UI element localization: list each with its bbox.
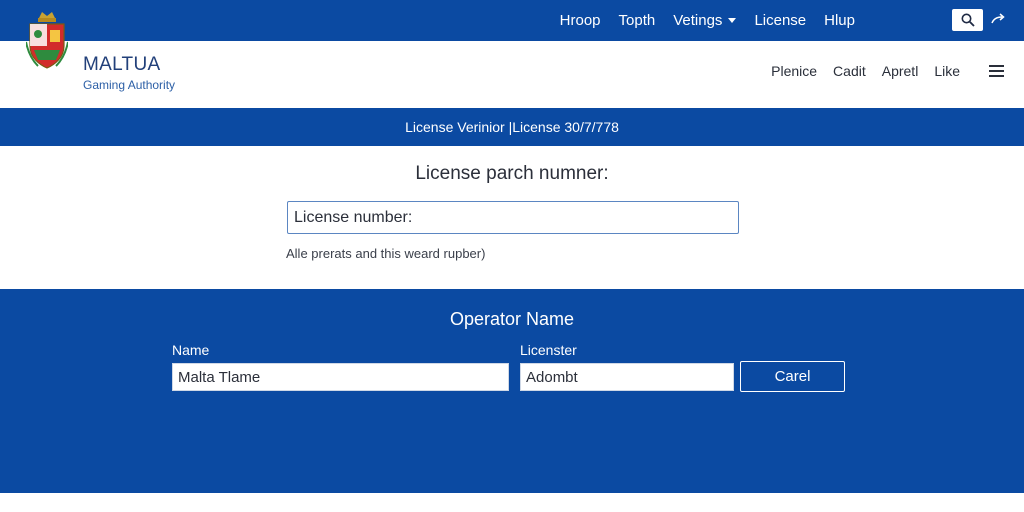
licenster-label: Licenster <box>520 342 577 358</box>
secondary-nav-item[interactable]: Apretl <box>874 63 927 79</box>
operator-panel: Operator Name Name Licenster Carel <box>0 289 1024 493</box>
banner-text: License Verinior |License 30/7/778 <box>405 119 619 135</box>
site-header: MALTUA Gaming Authority Plenice Cadit Ap… <box>0 12 1024 108</box>
secondary-nav-item[interactable]: Plenice <box>763 63 825 79</box>
nav-label: License <box>754 12 807 29</box>
search-button[interactable] <box>952 9 983 31</box>
secondary-nav-item[interactable]: Cadit <box>825 63 874 79</box>
top-nav: Hroop Topth Vetings License Hlup <box>551 0 864 41</box>
nav-label: Hlup <box>824 12 855 29</box>
menu-icon[interactable] <box>989 65 1004 77</box>
secondary-nav-item[interactable]: Like <box>926 63 968 79</box>
license-number-input[interactable] <box>287 201 739 234</box>
license-verification-banner: License Verinior |License 30/7/778 <box>0 108 1024 146</box>
nav-label: Topth <box>618 12 656 29</box>
nav-label: Hroop <box>559 12 601 29</box>
top-nav-item-hroop[interactable]: Hroop <box>551 12 610 29</box>
brand-subtitle: Gaming Authority <box>83 78 176 92</box>
share-icon[interactable] <box>990 12 1006 28</box>
secondary-nav: Plenice Cadit Apretl Like <box>763 63 968 79</box>
operator-title: Operator Name <box>449 309 575 329</box>
search-title: License parch numner: <box>415 163 609 184</box>
crest-logo[interactable] <box>26 12 68 70</box>
operator-name-field[interactable] <box>172 363 509 391</box>
cancel-button[interactable]: Carel <box>740 361 845 392</box>
top-nav-item-license[interactable]: License <box>745 12 815 29</box>
licenster-field[interactable] <box>520 363 734 391</box>
brand-name: MALTUA <box>83 54 161 75</box>
top-nav-item-topth[interactable]: Topth <box>610 12 665 29</box>
nav-label: Vetings <box>673 12 723 29</box>
name-label: Name <box>172 342 210 358</box>
top-nav-item-hlup[interactable]: Hlup <box>815 12 864 29</box>
top-utility-bar: Hroop Topth Vetings License Hlup <box>0 0 1024 41</box>
search-icon <box>961 13 975 27</box>
search-hint: Alle prerats and this weard rupber) <box>286 246 486 261</box>
chevron-down-icon <box>728 18 737 23</box>
top-nav-item-vetings[interactable]: Vetings <box>664 12 745 29</box>
